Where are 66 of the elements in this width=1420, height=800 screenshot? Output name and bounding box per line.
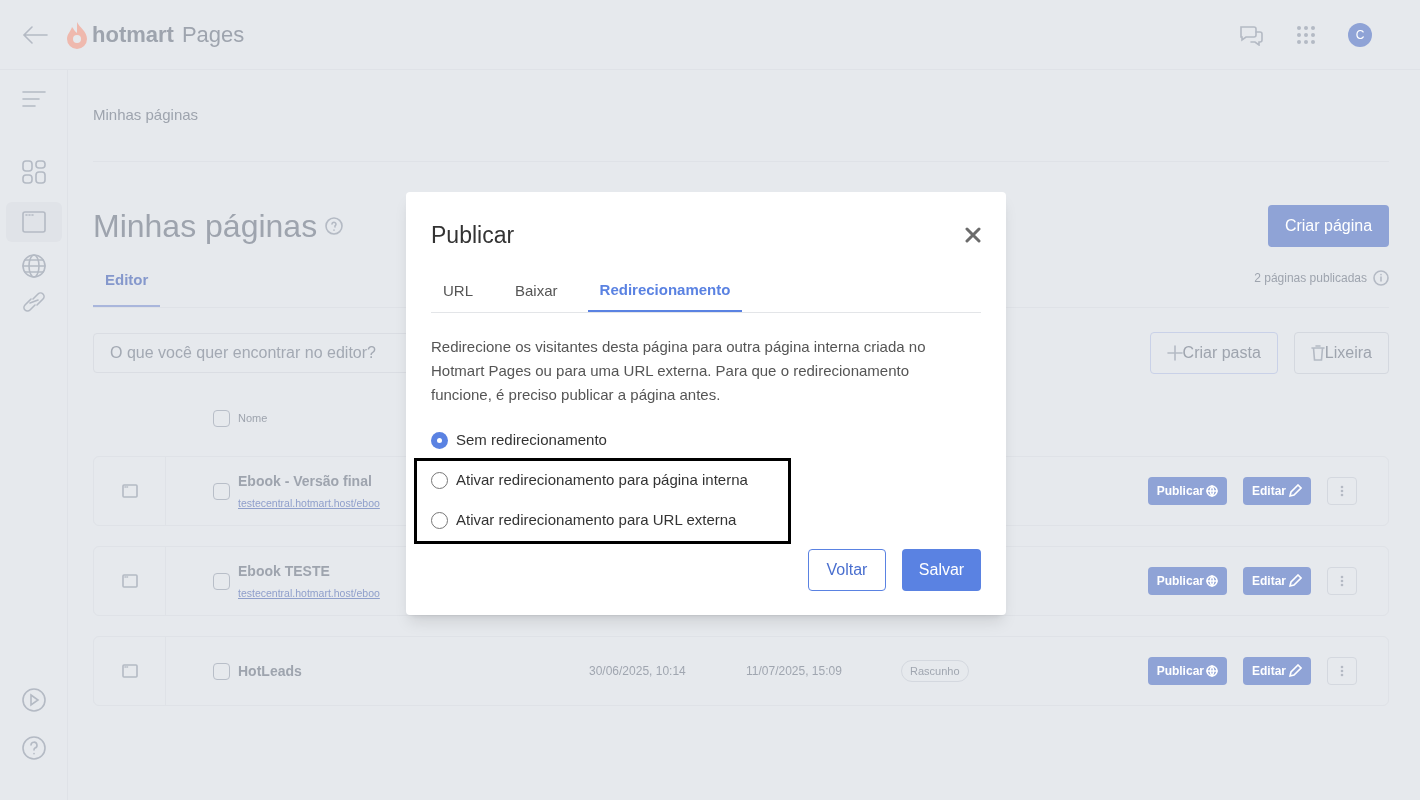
trash-button[interactable]: Lixeira: [1293, 332, 1389, 374]
kebab-icon: [1340, 575, 1344, 587]
page-url-link[interactable]: testecentral.hotmart.host/eboo: [238, 495, 380, 512]
globe-icon[interactable]: [21, 254, 46, 278]
checkbox[interactable]: [213, 409, 230, 427]
date-cell-text: 11/07/2025, 15:09: [746, 663, 843, 680]
edit-button[interactable]: Editar: [1243, 657, 1311, 685]
globe-icon: [1206, 665, 1218, 677]
breadcrumb[interactable]: Minhas páginas: [93, 104, 199, 127]
help-icon[interactable]: [325, 217, 344, 235]
product-name: Pages: [181, 21, 245, 49]
page-url-link[interactable]: testecentral.hotmart.host/eboo: [238, 585, 380, 602]
edit-button[interactable]: Editar: [1243, 567, 1311, 595]
radio-option[interactable]: Sem redirecionamento: [431, 420, 607, 461]
pencil-icon: [1288, 574, 1302, 588]
checkbox[interactable]: [213, 572, 230, 590]
trash-icon: [1310, 345, 1325, 361]
kebab-icon: [1340, 485, 1344, 497]
brand-name: hotmart: [92, 21, 174, 49]
browser-window-icon: [121, 664, 138, 678]
dialog-title: Publicar: [431, 221, 515, 250]
more-options-button[interactable]: [1327, 567, 1357, 595]
globe-icon: [1206, 485, 1218, 497]
date-cell-text: 30/06/2025, 10:14: [589, 663, 687, 680]
dashboard-icon[interactable]: [21, 160, 46, 184]
radio-option[interactable]: Ativar redirecionamento para URL externa: [431, 500, 737, 541]
globe-icon: [1206, 575, 1218, 587]
create-folder-button[interactable]: Criar pasta: [1149, 332, 1278, 374]
back-arrow-icon[interactable]: [22, 24, 48, 45]
plus-icon: [1166, 345, 1183, 361]
close-button[interactable]: [965, 227, 981, 244]
browser-window-icon[interactable]: [21, 211, 46, 233]
radio-option[interactable]: Ativar redirecionamento para página interna: [431, 460, 748, 501]
save-button[interactable]: Salvar: [902, 548, 981, 591]
checkbox[interactable]: [213, 482, 230, 500]
published-count: 2 páginas publicadas: [1254, 270, 1367, 287]
help-icon[interactable]: [21, 736, 46, 760]
publish-button[interactable]: Publicar: [1147, 477, 1227, 505]
tab[interactable]: Editor: [93, 268, 161, 307]
more-options-button[interactable]: [1327, 657, 1357, 685]
browser-window-icon: [121, 484, 138, 498]
kebab-icon: [1340, 665, 1344, 677]
pencil-icon: [1288, 484, 1302, 498]
info-icon[interactable]: [1373, 270, 1389, 286]
browser-window-icon: [121, 574, 138, 588]
page-name[interactable]: Ebook TESTE: [238, 560, 380, 582]
pencil-icon: [1288, 664, 1302, 678]
publish-button[interactable]: Publicar: [1147, 567, 1227, 595]
publish-button[interactable]: Publicar: [1147, 657, 1227, 685]
more-options-button[interactable]: [1327, 477, 1357, 505]
tab[interactable]: Redirecionamento: [587, 270, 743, 312]
menu-icon[interactable]: [21, 90, 46, 108]
checkbox[interactable]: [213, 662, 230, 680]
help-chat-icon[interactable]: [1238, 23, 1264, 46]
column-header: Nome: [238, 410, 268, 426]
user-avatar[interactable]: C: [1348, 22, 1372, 47]
apps-grid-icon[interactable]: [1296, 24, 1316, 45]
back-button[interactable]: Voltar: [808, 548, 886, 591]
page-name[interactable]: HotLeads: [238, 660, 302, 682]
page-name[interactable]: Ebook - Versão final: [238, 470, 380, 492]
tab[interactable]: Baixar: [503, 270, 570, 312]
create-page-button[interactable]: Criar página: [1268, 205, 1389, 247]
tab[interactable]: URL: [431, 270, 485, 312]
page-title: Minhas páginas: [93, 207, 318, 246]
edit-button[interactable]: Editar: [1243, 477, 1311, 505]
play-icon[interactable]: [21, 688, 46, 712]
